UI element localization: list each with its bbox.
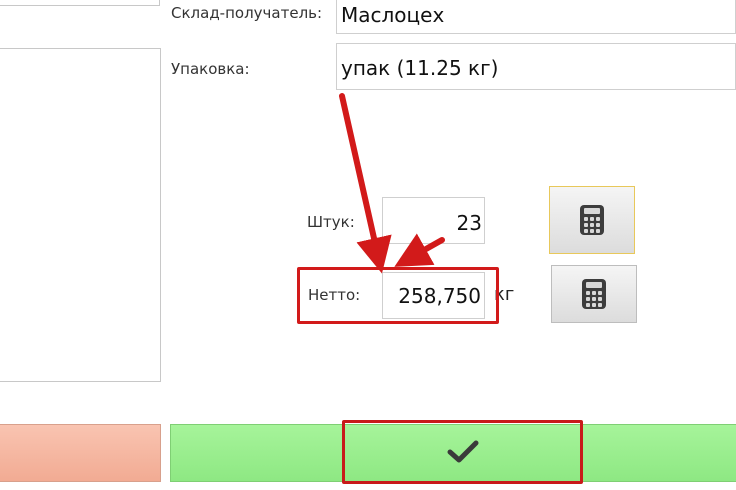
package-field[interactable]: упак (11.25 кг) bbox=[336, 43, 736, 90]
warehouse-field[interactable]: Маслоцех bbox=[336, 0, 736, 34]
cancel-button[interactable] bbox=[0, 424, 161, 482]
net-calculator-button[interactable] bbox=[551, 265, 637, 323]
checkmark-icon bbox=[447, 440, 478, 463]
left-panel-top bbox=[0, 0, 160, 6]
pieces-label: Штук: bbox=[307, 213, 355, 231]
pieces-calculator-button[interactable] bbox=[549, 186, 635, 254]
calculator-icon bbox=[580, 205, 604, 235]
calculator-icon bbox=[582, 279, 606, 309]
net-annotation-box bbox=[297, 267, 499, 324]
arrow-to-net-long bbox=[339, 93, 392, 274]
pieces-input[interactable]: 23 bbox=[382, 197, 485, 244]
package-label: Упаковка: bbox=[171, 60, 250, 78]
confirm-annotation-box bbox=[342, 420, 583, 484]
warehouse-label: Склад-получатель: bbox=[171, 4, 323, 22]
left-list-panel[interactable] bbox=[0, 48, 161, 382]
